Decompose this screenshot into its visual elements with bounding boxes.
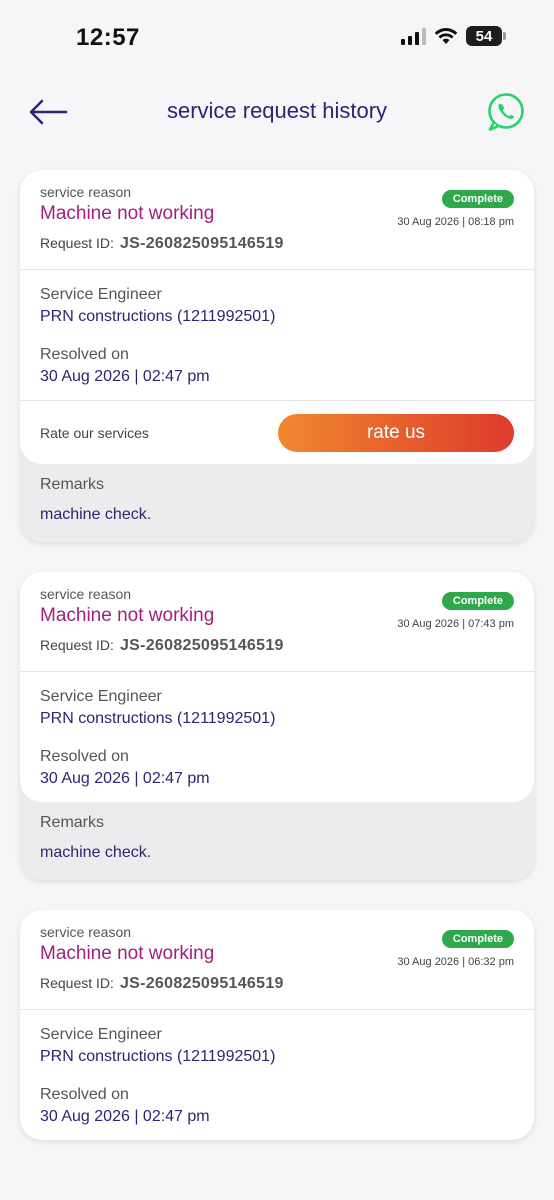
engineer-value: PRN constructions (1211992501) — [40, 710, 276, 727]
remarks-section: Remarks machine check. — [20, 464, 534, 542]
resolved-label: Resolved on — [40, 346, 129, 363]
card-details: Service Engineer PRN constructions (1211… — [20, 1010, 534, 1140]
request-card: service reason Machine not working Reque… — [20, 572, 534, 880]
status-time: 12:57 — [76, 24, 140, 51]
card-summary: service reason Machine not working Reque… — [20, 572, 534, 672]
engineer-value: PRN constructions (1211992501) — [40, 1048, 276, 1065]
resolved-label: Resolved on — [40, 748, 129, 765]
wifi-icon — [434, 28, 458, 44]
resolved-value: 30 Aug 2026 | 02:47 pm — [40, 1108, 210, 1125]
request-card: service reason Machine not working Reque… — [20, 170, 534, 542]
request-id-label: Request ID: — [40, 637, 114, 653]
whatsapp-button[interactable] — [484, 90, 528, 134]
remarks-value: machine check. — [40, 506, 152, 523]
page-title: service request history — [166, 98, 388, 123]
resolved-value: 30 Aug 2026 | 02:47 pm — [40, 368, 210, 385]
rate-label: Rate our services — [40, 424, 149, 441]
request-id-value: JS-260825095146519 — [119, 235, 284, 252]
engineer-label: Service Engineer — [40, 1026, 162, 1043]
status-badge: Complete — [441, 592, 514, 610]
resolved-value: 30 Aug 2026 | 02:47 pm — [40, 770, 210, 787]
engineer-label: Service Engineer — [40, 286, 162, 303]
header: service request history — [0, 80, 554, 144]
bottom-fade — [0, 1156, 554, 1200]
remarks-value: machine check. — [40, 844, 152, 861]
whatsapp-icon — [488, 93, 524, 131]
resolved-label: Resolved on — [40, 1086, 129, 1103]
card-details: Service Engineer PRN constructions (1211… — [20, 672, 534, 802]
card-summary: service reason Machine not working Reque… — [20, 910, 534, 1010]
engineer-value: PRN constructions (1211992501) — [40, 308, 276, 325]
status-bar: 12:57 54 — [0, 0, 554, 76]
engineer-label: Service Engineer — [40, 688, 162, 705]
rate-row: Rate our services rate us — [20, 400, 534, 464]
rate-us-button[interactable]: rate us — [278, 414, 514, 452]
remarks-label: Remarks — [40, 476, 105, 493]
request-id-label: Request ID: — [40, 235, 114, 251]
request-id-value: JS-260825095146519 — [119, 637, 284, 654]
status-badge: Complete — [441, 190, 514, 208]
status-icons: 54 — [401, 26, 506, 46]
card-details: Service Engineer PRN constructions (1211… — [20, 270, 534, 400]
battery-icon: 54 — [466, 26, 506, 46]
request-card: service reason Machine not working Reque… — [20, 910, 534, 1140]
request-date: 30 Aug 2026 | 07:43 pm — [397, 618, 514, 630]
request-date: 30 Aug 2026 | 06:32 pm — [397, 956, 514, 968]
battery-level: 54 — [475, 27, 493, 45]
request-id-value: JS-260825095146519 — [119, 975, 284, 992]
request-id-label: Request ID: — [40, 975, 114, 991]
card-summary: service reason Machine not working Reque… — [20, 170, 534, 270]
cellular-signal-icon — [401, 27, 426, 45]
status-badge: Complete — [441, 930, 514, 948]
remarks-label: Remarks — [40, 814, 105, 831]
remarks-section: Remarks machine check. — [20, 802, 534, 880]
request-date: 30 Aug 2026 | 08:18 pm — [397, 216, 514, 228]
service-request-list: service reason Machine not working Reque… — [20, 170, 534, 1170]
